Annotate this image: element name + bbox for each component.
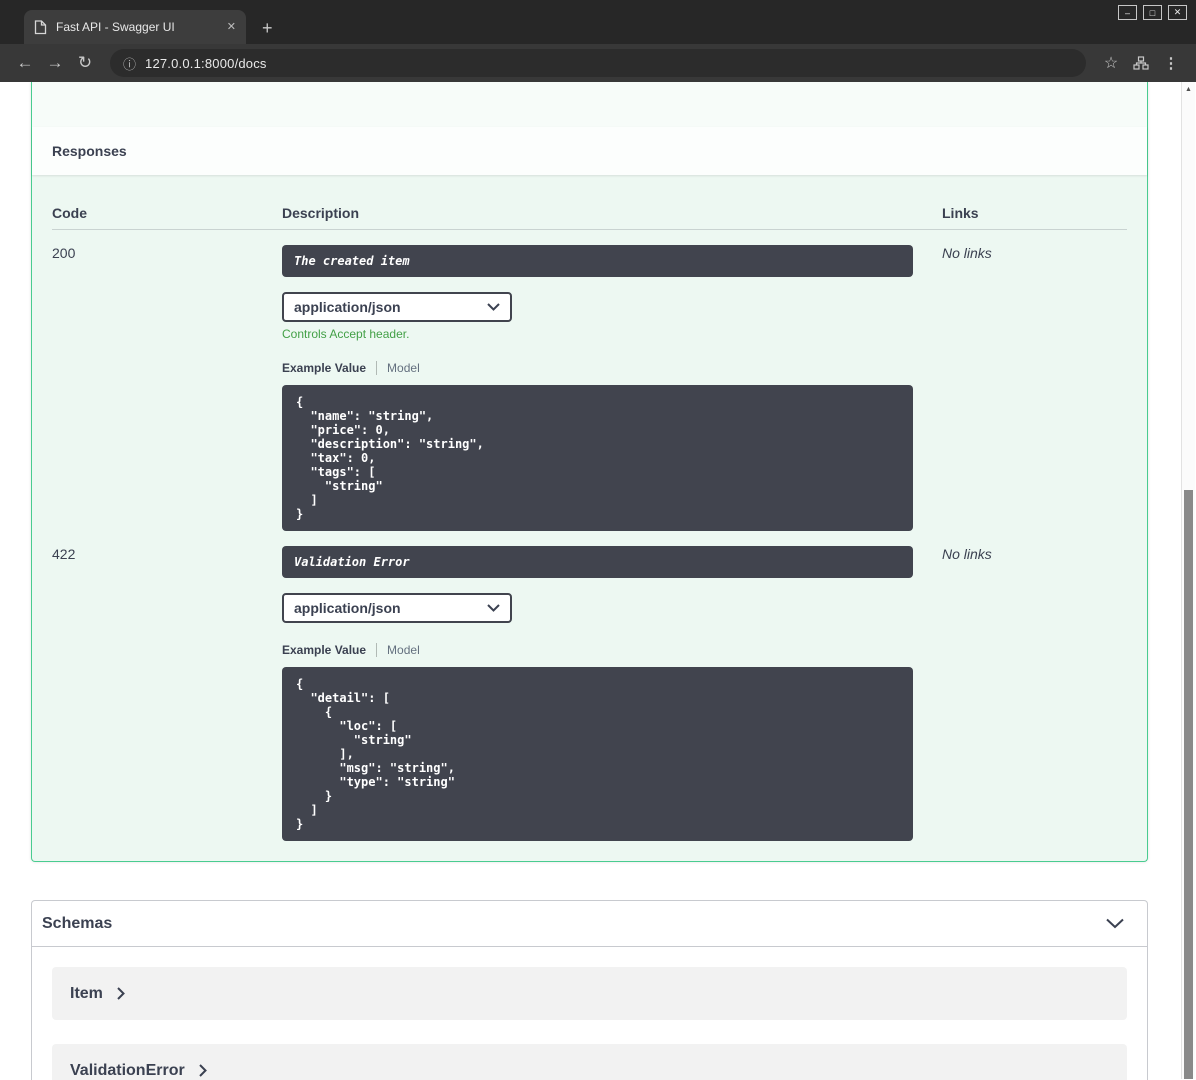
schema-model-item[interactable]: Item — [52, 967, 1127, 1020]
response-description-cell: Validation Error application/json Exampl… — [282, 531, 942, 841]
example-json-block: { "name": "string", "price": 0, "descrip… — [282, 385, 913, 531]
schemas-header[interactable]: Schemas — [32, 901, 1147, 947]
address-bar[interactable]: ⓘ 127.0.0.1:8000/docs — [110, 49, 1086, 77]
tab-divider — [376, 361, 378, 375]
schema-model-name: Item — [70, 984, 103, 1002]
tab-model[interactable]: Model — [387, 643, 420, 657]
example-model-tabs: Example Value Model — [282, 361, 913, 375]
page-scrollbar[interactable]: ▲ — [1181, 82, 1195, 1079]
response-description: Validation Error — [282, 546, 913, 578]
column-header-links: Links — [942, 195, 1127, 230]
response-description: The created item — [282, 245, 913, 277]
example-json-block: { "detail": [ { "loc": [ "string" ], "ms… — [282, 667, 913, 841]
browser-tab[interactable]: Fast API - Swagger UI ✕ — [24, 10, 246, 44]
browser-toolbar: ← → ↻ ⓘ 127.0.0.1:8000/docs ☆ ⋮ — [0, 44, 1196, 82]
minimize-button[interactable]: – — [1118, 5, 1137, 20]
media-type-select[interactable]: application/json — [282, 593, 512, 623]
scroll-up-icon[interactable]: ▲ — [1182, 82, 1195, 96]
column-header-description: Description — [282, 195, 942, 230]
sitemap-icon[interactable] — [1126, 49, 1156, 77]
maximize-button[interactable]: □ — [1143, 5, 1162, 20]
tab-example-value[interactable]: Example Value — [282, 643, 366, 657]
bookmark-star-icon[interactable]: ☆ — [1096, 49, 1126, 77]
chevron-right-icon — [117, 987, 125, 1000]
close-button[interactable]: ✕ — [1168, 5, 1187, 20]
scrollbar-thumb[interactable] — [1184, 490, 1193, 1079]
column-header-code: Code — [52, 195, 282, 230]
url-text: 127.0.0.1:8000/docs — [145, 55, 267, 71]
responses-table: Code Description Links 200 The created i… — [32, 175, 1147, 861]
chevron-right-icon — [198, 1064, 207, 1077]
tab-close-icon[interactable]: ✕ — [227, 21, 236, 33]
schemas-title: Schemas — [42, 914, 113, 932]
browser-menu-icon[interactable]: ⋮ — [1156, 49, 1186, 77]
new-tab-button[interactable]: + — [262, 19, 273, 37]
response-description-cell: The created item application/json Contro… — [282, 230, 942, 531]
response-links: No links — [942, 546, 992, 562]
site-info-icon[interactable]: ⓘ — [123, 54, 136, 73]
schemas-body: Item ValidationError — [32, 947, 1147, 1080]
media-type-value: application/json — [294, 600, 401, 616]
responses-section-header: Responses — [32, 127, 1147, 175]
forward-button[interactable]: → — [40, 49, 70, 77]
chevron-down-icon[interactable] — [1105, 918, 1125, 929]
page-content: Responses Code Description Links 200 The… — [0, 82, 1182, 1080]
chevron-down-icon — [487, 604, 500, 612]
browser-window: Fast API - Swagger UI ✕ + – □ ✕ ← → ↻ ⓘ … — [0, 0, 1196, 1080]
tab-model[interactable]: Model — [387, 361, 420, 375]
responses-title: Responses — [52, 143, 127, 159]
operation-block-upper-area — [32, 82, 1147, 127]
media-type-select[interactable]: application/json — [282, 292, 512, 322]
window-controls: – □ ✕ — [1118, 5, 1187, 20]
response-code: 200 — [52, 245, 76, 261]
schema-model-validationerror[interactable]: ValidationError — [52, 1044, 1127, 1080]
operation-block: Responses Code Description Links 200 The… — [31, 82, 1148, 862]
tab-example-value[interactable]: Example Value — [282, 361, 366, 375]
media-type-value: application/json — [294, 299, 401, 315]
tab-title: Fast API - Swagger UI — [56, 20, 175, 34]
page-viewport: Responses Code Description Links 200 The… — [0, 82, 1196, 1080]
accept-header-note: Controls Accept header. — [282, 327, 410, 341]
reload-button[interactable]: ↻ — [70, 49, 100, 77]
chevron-down-icon — [487, 303, 500, 311]
tab-divider — [376, 643, 378, 657]
response-code: 422 — [52, 546, 76, 562]
browser-titlebar: Fast API - Swagger UI ✕ + – □ ✕ — [0, 0, 1196, 44]
example-model-tabs: Example Value Model — [282, 643, 913, 657]
schemas-section: Schemas Item ValidationError — [31, 900, 1148, 1080]
page-favicon-icon — [34, 19, 47, 35]
response-links: No links — [942, 245, 992, 261]
schema-model-name: ValidationError — [70, 1061, 185, 1079]
back-button[interactable]: ← — [10, 49, 40, 77]
